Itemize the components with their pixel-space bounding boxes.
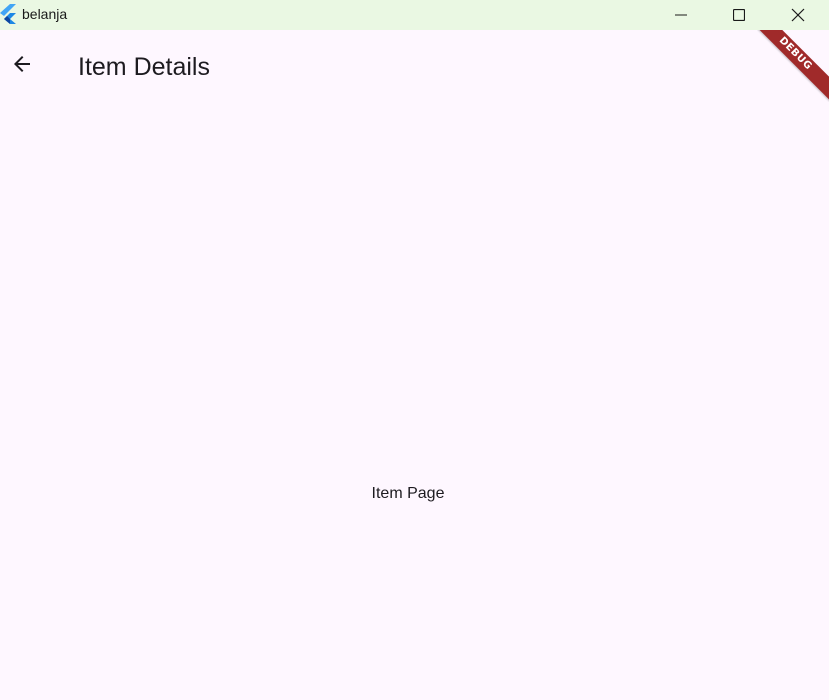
item-page-text: Item Page: [371, 485, 445, 502]
arrow-back-icon: [10, 52, 34, 81]
back-button[interactable]: [4, 42, 40, 90]
maximize-button[interactable]: [710, 0, 768, 30]
close-icon: [791, 8, 805, 22]
window-title: belanja: [22, 6, 68, 22]
flutter-logo-icon: [0, 4, 16, 24]
page-title: Item Details: [78, 53, 210, 81]
app-window: belanja Item Details Item Page DEBUG: [0, 0, 829, 700]
minimize-icon: [675, 9, 687, 21]
close-button[interactable]: [769, 0, 827, 30]
title-bar[interactable]: belanja: [0, 0, 829, 30]
minimize-button[interactable]: [652, 0, 710, 30]
app-bar: Item Details: [0, 30, 829, 102]
maximize-icon: [733, 9, 745, 21]
